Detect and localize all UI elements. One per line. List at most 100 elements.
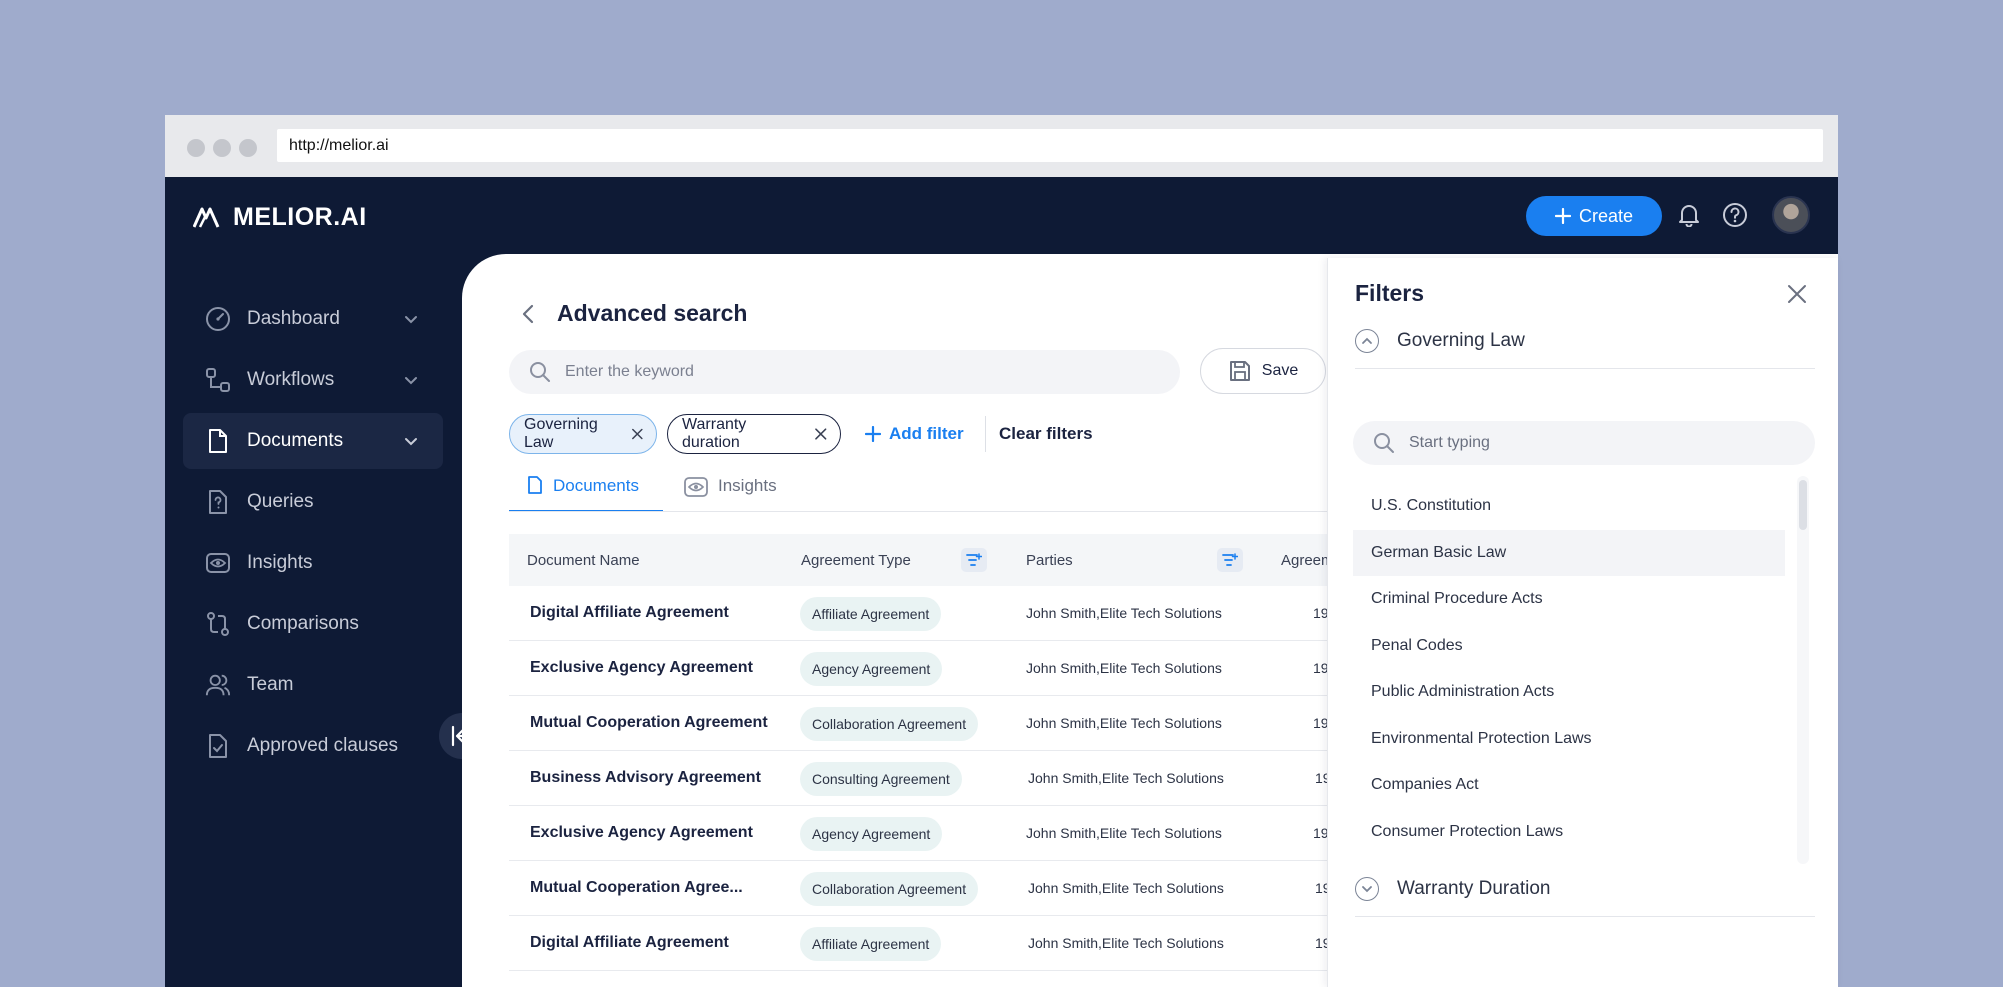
window-maximize-dot[interactable] bbox=[239, 139, 257, 157]
document-name[interactable]: Digital Affiliate Agreement bbox=[530, 934, 729, 952]
workflow-icon bbox=[205, 367, 231, 393]
column-filter-icon[interactable] bbox=[961, 548, 987, 572]
filter-option[interactable]: German Basic Law bbox=[1353, 530, 1785, 576]
filter-option[interactable]: Companies Act bbox=[1353, 762, 1785, 808]
add-filter-button[interactable]: Add filter bbox=[865, 424, 964, 444]
save-icon bbox=[1229, 361, 1250, 381]
filter-search[interactable] bbox=[1353, 421, 1815, 465]
agreement-type-pill: Affiliate Agreement bbox=[800, 927, 942, 961]
eye-icon bbox=[205, 550, 231, 576]
sidebar-item-team[interactable]: Team bbox=[183, 657, 443, 713]
filters-panel: Filters Governing Law U.S. Constitution … bbox=[1327, 258, 1838, 987]
column-header-agreement-type[interactable]: Agreement Type bbox=[801, 552, 911, 569]
eye-icon bbox=[684, 477, 708, 497]
filter-option[interactable]: Criminal Procedure Acts bbox=[1353, 576, 1785, 622]
parties-cell: John Smith,Elite Tech Solutions bbox=[1028, 770, 1224, 786]
sidebar-item-label: Insights bbox=[247, 552, 313, 573]
save-button-label: Save bbox=[1261, 362, 1299, 379]
logo-text: MELIOR.AI bbox=[233, 202, 367, 231]
chevron-down-icon bbox=[1355, 876, 1379, 901]
sidebar-item-label: Team bbox=[247, 674, 294, 695]
team-icon bbox=[205, 672, 231, 698]
sidebar-item-queries[interactable]: Queries bbox=[183, 474, 443, 530]
filter-chip-governing-law[interactable]: Governing Law bbox=[509, 414, 657, 454]
sidebar-item-documents[interactable]: Documents bbox=[183, 413, 443, 469]
tab-documents[interactable]: Documents bbox=[509, 476, 663, 512]
sidebar-item-dashboard[interactable]: Dashboard bbox=[183, 291, 443, 347]
agreement-type-pill: Collaboration Agreement bbox=[800, 872, 979, 906]
sidebar-item-label: Approved clauses bbox=[247, 735, 399, 756]
tab-insights[interactable]: Insights bbox=[684, 476, 777, 510]
window-minimize-dot[interactable] bbox=[213, 139, 231, 157]
search-icon bbox=[530, 362, 550, 382]
bell-icon[interactable] bbox=[1675, 201, 1703, 229]
browser-chrome: http://melior.ai bbox=[165, 115, 1838, 177]
chevron-down-icon bbox=[405, 377, 417, 385]
column-header-parties[interactable]: Parties bbox=[1026, 552, 1073, 569]
sidebar-item-insights[interactable]: Insights bbox=[183, 535, 443, 591]
close-icon[interactable] bbox=[1786, 283, 1808, 305]
address-bar[interactable]: http://melior.ai bbox=[277, 129, 1823, 162]
document-name[interactable]: Digital Affiliate Agreement bbox=[530, 604, 729, 622]
filter-option[interactable]: Penal Codes bbox=[1353, 623, 1785, 669]
parties-cell: John Smith,Elite Tech Solutions bbox=[1026, 605, 1222, 621]
column-filter-icon[interactable] bbox=[1217, 548, 1243, 572]
tab-label: Documents bbox=[553, 476, 639, 495]
filter-option[interactable]: Environmental Protection Laws bbox=[1353, 716, 1785, 762]
section-label: Warranty Duration bbox=[1397, 877, 1551, 899]
chip-label: Governing Law bbox=[524, 416, 598, 451]
divider bbox=[985, 416, 986, 452]
chevron-down-icon bbox=[405, 316, 417, 324]
agreement-type-pill: Collaboration Agreement bbox=[800, 707, 979, 741]
create-button[interactable]: Create bbox=[1526, 196, 1662, 236]
sidebar-item-approved-clauses[interactable]: Approved clauses bbox=[183, 718, 443, 774]
query-icon bbox=[205, 489, 231, 515]
section-label: Governing Law bbox=[1397, 329, 1525, 351]
column-header-document-name[interactable]: Document Name bbox=[527, 552, 640, 569]
options-scrollbar-thumb[interactable] bbox=[1799, 480, 1807, 530]
filter-search-input[interactable] bbox=[1409, 434, 1789, 452]
window-close-dot[interactable] bbox=[187, 139, 205, 157]
agreement-type-pill: Affiliate Agreement bbox=[800, 597, 942, 631]
create-button-label: Create bbox=[1578, 205, 1634, 226]
save-button[interactable]: Save bbox=[1200, 348, 1326, 394]
filter-option[interactable]: U.S. Constitution bbox=[1353, 483, 1785, 529]
options-scrollbar[interactable] bbox=[1797, 476, 1809, 864]
document-name[interactable]: Exclusive Agency Agreement bbox=[530, 659, 753, 677]
filter-option[interactable]: Public Administration Acts bbox=[1353, 669, 1785, 715]
clear-filters-button[interactable]: Clear filters bbox=[999, 424, 1093, 444]
agreement-type-pill: Agency Agreement bbox=[800, 817, 943, 851]
close-icon[interactable] bbox=[814, 427, 828, 441]
help-icon[interactable] bbox=[1721, 201, 1749, 229]
keyword-search-input[interactable] bbox=[565, 363, 1125, 381]
document-name[interactable]: Business Advisory Agreement bbox=[530, 769, 761, 787]
back-arrow-icon[interactable] bbox=[519, 303, 539, 325]
logo[interactable]: MELIOR.AI bbox=[193, 202, 367, 232]
column-header-agreement-date[interactable]: Agreem bbox=[1281, 552, 1334, 569]
document-icon bbox=[528, 476, 542, 494]
sidebar-item-comparisons[interactable]: Comparisons bbox=[183, 596, 443, 652]
document-name[interactable]: Exclusive Agency Agreement bbox=[530, 824, 753, 842]
tab-label: Insights bbox=[718, 476, 777, 495]
sidebar-item-label: Dashboard bbox=[247, 308, 340, 329]
filters-title: Filters bbox=[1355, 280, 1425, 306]
plus-icon bbox=[865, 426, 881, 442]
warranty-duration-section-toggle[interactable]: Warranty Duration bbox=[1355, 861, 1815, 917]
close-icon[interactable] bbox=[631, 427, 644, 441]
agreement-type-pill: Agency Agreement bbox=[800, 652, 943, 686]
user-avatar[interactable] bbox=[1772, 196, 1810, 234]
chip-label: Warranty duration bbox=[682, 416, 747, 451]
document-icon bbox=[205, 428, 231, 454]
page-title: Advanced search bbox=[557, 300, 748, 326]
governing-law-section-toggle[interactable]: Governing Law bbox=[1355, 313, 1815, 369]
filter-chip-warranty-duration[interactable]: Warranty duration bbox=[667, 414, 841, 454]
sidebar-item-label: Comparisons bbox=[247, 613, 359, 634]
compare-icon bbox=[205, 611, 231, 637]
filter-option[interactable]: Consumer Protection Laws bbox=[1353, 809, 1785, 855]
parties-cell: John Smith,Elite Tech Solutions bbox=[1028, 880, 1224, 896]
chevron-up-icon bbox=[1355, 328, 1379, 353]
sidebar-item-workflows[interactable]: Workflows bbox=[183, 352, 443, 408]
document-name[interactable]: Mutual Cooperation Agree... bbox=[530, 879, 743, 897]
document-name[interactable]: Mutual Cooperation Agreement bbox=[530, 714, 768, 732]
keyword-search[interactable] bbox=[509, 350, 1180, 394]
